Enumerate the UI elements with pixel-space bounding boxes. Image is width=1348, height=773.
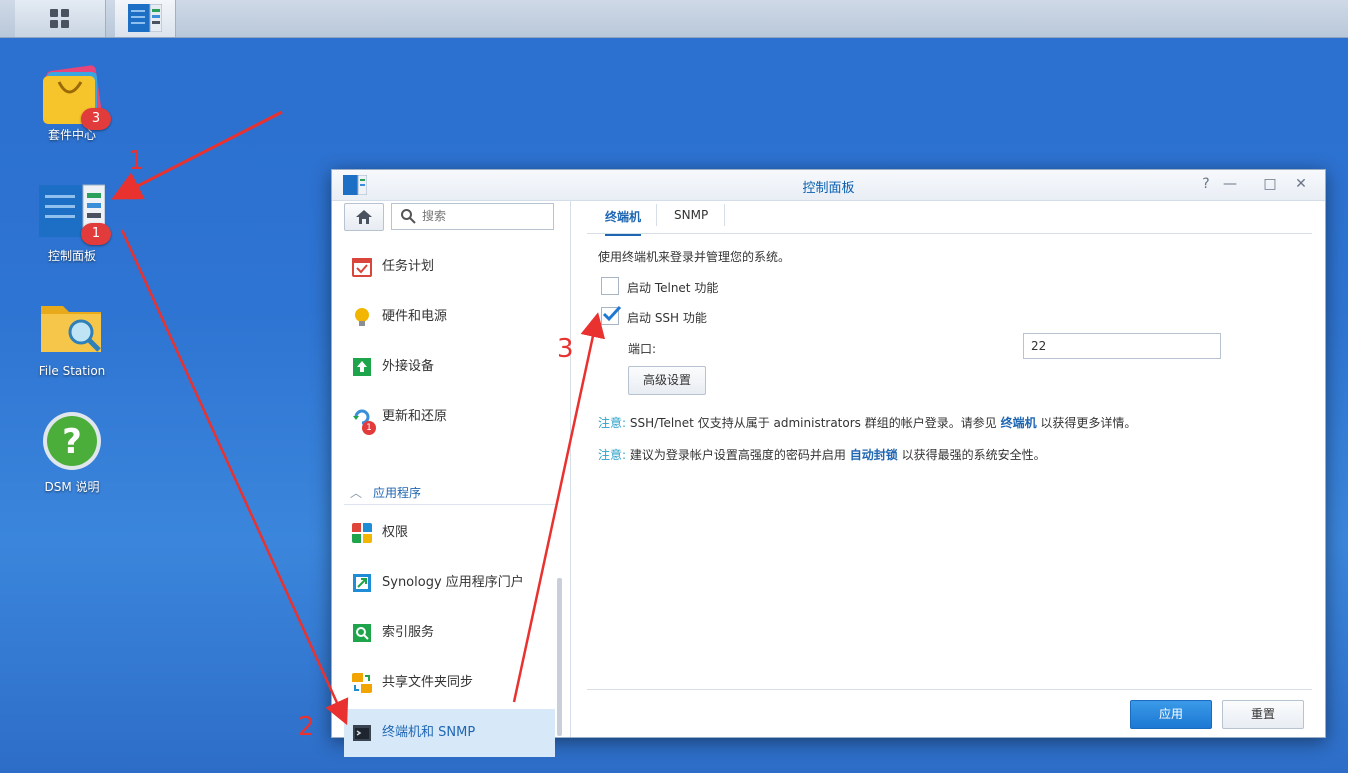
telnet-label: 启动 Telnet 功能 [627, 281, 719, 295]
search-icon [401, 209, 416, 224]
sidebar-item-label: 外接设备 [382, 359, 435, 374]
permission-icon [352, 523, 372, 543]
tab-snmp[interactable]: SNMP [674, 208, 708, 222]
advanced-settings-button[interactable]: 高级设置 [628, 366, 706, 395]
sidebar-item-update-restore[interactable]: 1 更新和还原 [344, 393, 555, 441]
checkmark-icon [602, 305, 622, 322]
search-box[interactable] [391, 203, 554, 230]
bulb-icon [355, 308, 369, 326]
window-title: 控制面板 [802, 181, 855, 196]
note-label: 注意: [598, 416, 627, 430]
home-button[interactable] [344, 203, 384, 231]
annotation-step-1: 1 [128, 146, 145, 176]
grid-icon [50, 9, 70, 29]
sidebar-item-label: Synology 应用程序门户 [382, 575, 524, 590]
desktop-dsm-help[interactable]: ? DSM 说明 [22, 410, 122, 495]
sync-icon [352, 673, 372, 693]
portal-icon [353, 574, 371, 592]
folder-search-icon [41, 306, 101, 352]
section-label: 应用程序 [373, 486, 422, 500]
tab-terminal[interactable]: 终端机 [605, 208, 642, 236]
package-center-badge: 3 [81, 108, 111, 130]
telnet-checkbox[interactable] [601, 277, 619, 295]
tab-divider [724, 204, 725, 226]
ssh-label: 启动 SSH 功能 [627, 311, 707, 325]
control-panel-label: 控制面板 [47, 249, 96, 263]
help-icon: ? [43, 412, 101, 470]
main-menu-button[interactable] [15, 0, 106, 37]
intro-text: 使用终端机来登录并管理您的系统。 [598, 250, 791, 264]
terminal-icon [353, 725, 371, 741]
footer-divider [587, 689, 1312, 690]
tab-divider [656, 204, 657, 226]
file-station-label: File Station [38, 364, 106, 378]
section-applications[interactable]: ︿ 应用程序 [344, 482, 555, 505]
upload-icon [353, 358, 371, 376]
svg-text:?: ? [62, 422, 82, 462]
apply-button[interactable]: 应用 [1130, 700, 1212, 729]
control-panel-badge: 1 [81, 223, 111, 245]
note-text: 以获得更多详情。 [1040, 416, 1137, 430]
close-button[interactable]: ✕ [1293, 176, 1309, 192]
note-text: 建议为登录帐户设置高强度的密码并启用 [629, 448, 846, 462]
window-titlebar[interactable]: 控制面板 ? — □ ✕ [332, 170, 1325, 201]
sidebar-item-label: 索引服务 [382, 625, 435, 640]
auto-block-link[interactable]: 自动封锁 [850, 448, 898, 462]
arrow-1 [111, 110, 283, 200]
taskbar-control-panel-button[interactable] [115, 0, 176, 37]
sidebar-item-label: 更新和还原 [382, 409, 448, 424]
note-label: 注意: [598, 448, 627, 462]
desktop-file-station[interactable]: File Station [22, 300, 122, 378]
port-label: 端口: [628, 342, 657, 356]
search-input[interactable] [420, 208, 549, 224]
sidebar-item-terminal-snmp[interactable]: 终端机和 SNMP [344, 709, 555, 757]
sidebar-item-external-devices[interactable]: 外接设备 [344, 343, 555, 391]
desktop-package-center[interactable]: 3 套件中心 [22, 62, 122, 143]
note-2: 注意: 建议为登录帐户设置高强度的密码并启用 自动封锁 以获得最强的系统安全性。 [598, 446, 1046, 463]
note-text: 以获得最强的系统安全性。 [901, 448, 1046, 462]
note-text: SSH/Telnet 仅支持从属于 administrators 群组的帐户登录… [629, 416, 997, 430]
annotation-step-3: 3 [557, 334, 574, 364]
terminal-link[interactable]: 终端机 [1001, 416, 1037, 430]
sidebar-item-index-service[interactable]: 索引服务 [344, 609, 555, 657]
sidebar-item-shared-folder-sync[interactable]: 共享文件夹同步 [344, 659, 555, 707]
sidebar: 任务计划 硬件和电源 外接设备 1 更新和还原 ︿ 应用程序 [332, 200, 571, 757]
control-panel-window: 控制面板 ? — □ ✕ 任务计划 [331, 169, 1326, 757]
dsm-help-label: DSM 说明 [44, 480, 100, 494]
sidebar-item-task-scheduler[interactable]: 任务计划 [344, 243, 555, 291]
desktop-control-panel[interactable]: 1 控制面板 [22, 183, 122, 264]
home-icon [356, 210, 372, 224]
note-1: 注意: SSH/Telnet 仅支持从属于 administrators 群组的… [598, 414, 1136, 431]
sidebar-item-label: 共享文件夹同步 [382, 675, 474, 690]
reset-button[interactable]: 重置 [1222, 700, 1304, 729]
chevron-up-icon: ︿ [350, 486, 363, 500]
sidebar-item-hardware-power[interactable]: 硬件和电源 [344, 293, 555, 341]
main-content: 终端机 SNMP 使用终端机来登录并管理您的系统。 启动 Telnet 功能 启… [572, 200, 1325, 737]
update-badge: 1 [362, 421, 376, 435]
package-center-label: 套件中心 [47, 128, 96, 142]
sidebar-item-label: 终端机和 SNMP [382, 725, 476, 740]
minimize-button[interactable]: — [1222, 176, 1238, 192]
sidebar-item-label: 硬件和电源 [382, 309, 448, 324]
maximize-button[interactable]: □ [1262, 176, 1278, 192]
sidebar-item-label: 权限 [382, 525, 409, 540]
tab-bar: 终端机 SNMP [587, 200, 1312, 236]
arrow-2 [120, 229, 349, 726]
sidebar-item-app-portal[interactable]: Synology 应用程序门户 [344, 559, 555, 607]
ssh-checkbox[interactable] [601, 305, 622, 325]
calendar-icon [352, 258, 372, 277]
sidebar-item-label: 任务计划 [382, 259, 435, 274]
control-panel-icon [128, 4, 162, 32]
sidebar-scrollbar[interactable] [557, 578, 562, 736]
port-input[interactable] [1023, 333, 1221, 359]
sidebar-item-privileges[interactable]: 权限 [344, 509, 555, 557]
help-button[interactable]: ? [1198, 176, 1214, 192]
taskbar [0, 0, 1348, 38]
index-icon [353, 624, 371, 642]
annotation-step-2: 2 [298, 712, 315, 742]
